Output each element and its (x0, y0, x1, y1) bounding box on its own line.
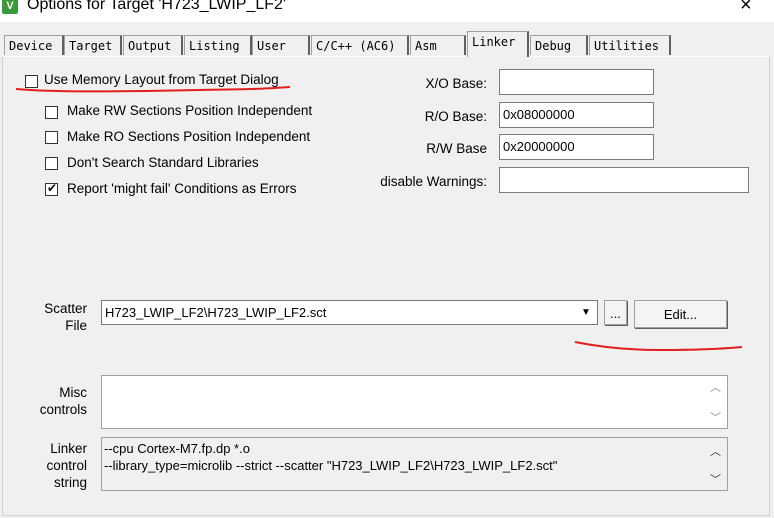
annotation-underline-top (15, 86, 291, 93)
red-underline-annotations (15, 86, 743, 352)
annotation-underline-scatter (574, 341, 743, 352)
tab-linker[interactable]: Linker (467, 31, 529, 57)
